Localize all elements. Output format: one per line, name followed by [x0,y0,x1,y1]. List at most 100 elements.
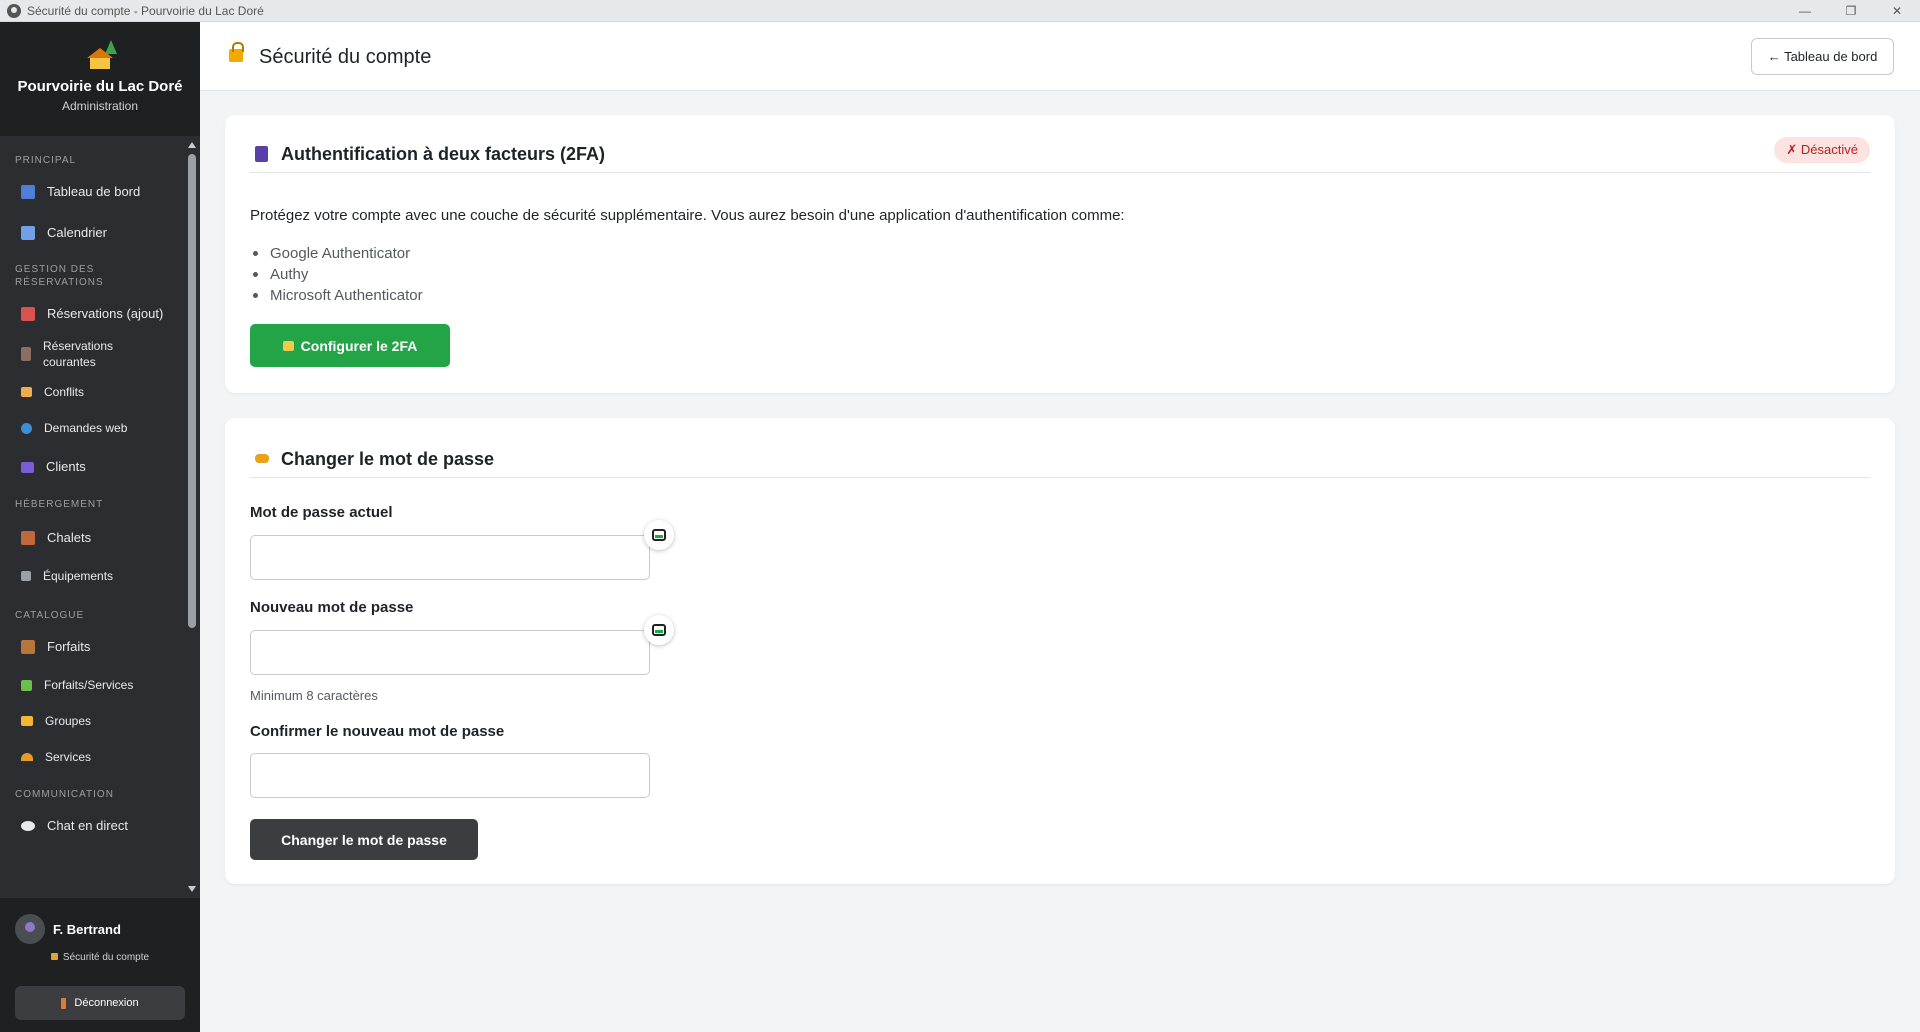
chat-bubble-icon [21,821,35,831]
sidebar-item-label: Groupes [45,714,92,728]
scrollbar-thumb[interactable] [188,154,196,628]
status-badge: ✗ Désactivé [1774,137,1870,163]
key-icon [255,454,269,463]
back-to-dashboard-button[interactable]: ← Tableau de bord [1751,38,1894,75]
sidebar-item-equipements[interactable]: Équipements [0,563,184,589]
twofa-card-header: Authentification à deux facteurs (2FA) ✗… [250,137,1870,173]
sidebar-item-chat-en-direct[interactable]: Chat en direct [0,813,184,839]
sidebar-item-label: Conflits [44,385,85,399]
sidebar-item-groupes[interactable]: Groupes [0,708,184,734]
globe-icon [21,422,32,434]
sidebar-item-clients[interactable]: Clients [0,454,184,480]
sidebar-item-label: Chat en direct [47,818,128,833]
scroll-down-arrow-icon[interactable] [188,886,196,892]
brand-subtitle: Administration [61,99,139,113]
sidebar-item-label: Calendrier [47,225,107,240]
new-password-label: Nouveau mot de passe [250,599,414,616]
nav-section-catalogue: CATALOGUE [15,610,85,621]
sidebar-item-label: Clients [46,459,86,474]
password-manager-icon[interactable] [644,615,674,645]
sidebar-item-conflits[interactable]: Conflits [0,379,184,405]
nav-section-hebergement: HÉBERGEMENT [15,499,104,510]
list-item: Google Authenticator [250,243,423,264]
nav-section-principal: PRINCIPAL [15,155,77,166]
current-password-label: Mot de passe actuel [250,504,393,521]
sidebar-item-label: Chalets [47,530,92,545]
warning-icon [21,387,32,397]
twofa-title: Authentification à deux facteurs (2FA) [281,144,606,164]
current-password-input[interactable] [250,535,650,580]
sidebar-item-chalets[interactable]: Chalets [0,525,184,551]
sidebar-item-label: Demandes web [44,421,128,435]
lock-icon [50,953,58,960]
phone-icon [255,146,268,162]
bar-chart-icon [21,185,35,199]
sidebar-item-label: Forfaits/Services [44,678,134,692]
authenticator-app-list: Google Authenticator Authy Microsoft Aut… [250,243,423,306]
lock-icon [229,42,244,62]
cabin-icon [21,531,35,545]
sidebar-item-label: Tableau de bord [47,184,141,199]
window-title: Sécurité du compte - Pourvoirie du Lac D… [27,3,264,18]
password-manager-icon[interactable] [644,520,674,550]
sidebar-item-label: Services [45,750,92,764]
sidebar: Pourvoirie du Lac Doré Administration PR… [0,22,200,1032]
lock-icon [282,340,294,351]
twofa-description: Protégez votre compte avec une couche de… [250,207,1125,224]
scroll-up-arrow-icon[interactable] [188,142,196,148]
minimize-button[interactable]: — [1782,0,1828,22]
account-security-label: Sécurité du compte [62,952,150,963]
window-controls: — ❐ ✕ [1782,0,1920,22]
wrench-icon [21,571,31,581]
page-header: Sécurité du compte ← Tableau de bord [200,22,1920,91]
sidebar-item-forfaits[interactable]: Forfaits [0,634,184,660]
password-card-header: Changer le mot de passe [250,448,1870,478]
change-password-card: Changer le mot de passe Mot de passe act… [225,418,1895,884]
password-hint: Minimum 8 caractères [250,688,378,703]
restore-button[interactable]: ❐ [1828,0,1874,22]
sidebar-scrollbar[interactable] [184,136,200,898]
sidebar-item-reservations-ajout[interactable]: Réservations (ajout) [0,301,184,327]
sidebar-nav: PRINCIPAL Tableau de bord Calendrier GES… [0,136,184,898]
confirm-password-label: Confirmer le nouveau mot de passe [250,723,505,740]
list-item: Microsoft Authenticator [250,285,423,306]
list-item: Authy [250,264,423,285]
brand-name: Pourvoirie du Lac Doré [17,78,183,95]
sidebar-item-label: Réservations courantes [43,339,114,369]
user-name: F. Bertrand [53,922,121,937]
door-icon [61,997,67,1009]
app-icon [7,3,21,18]
sidebar-item-label: Forfaits [47,639,91,654]
sidebar-item-calendrier[interactable]: Calendrier [0,220,184,246]
sidebar-item-label: Réservations (ajout) [47,306,164,321]
sidebar-item-tableau-de-bord[interactable]: Tableau de bord [0,179,184,205]
folder-icon [21,716,33,726]
configure-2fa-label: Configurer le 2FA [300,337,418,354]
people-icon [21,461,34,473]
brand-block[interactable]: Pourvoirie du Lac Doré Administration [0,22,200,136]
bell-icon [21,753,33,761]
account-security-link[interactable]: Sécurité du compte [0,952,200,963]
notepad-icon [21,307,35,321]
user-panel: F. Bertrand Sécurité du compte Déconnexi… [0,898,200,1032]
change-password-button[interactable]: Changer le mot de passe [250,819,478,860]
nav-section-communication: COMMUNICATION [15,789,114,800]
sidebar-item-services[interactable]: Services [0,744,184,770]
nav-section-gestion-reservations: GESTION DES RÉSERVATIONS [15,264,104,288]
page-title: Sécurité du compte [259,46,432,68]
sidebar-item-demandes-web[interactable]: Demandes web [0,415,184,441]
window-titlebar: Sécurité du compte - Pourvoirie du Lac D… [0,0,1920,22]
logout-button[interactable]: Déconnexion [15,986,185,1020]
password-title: Changer le mot de passe [281,449,495,469]
twofa-card: Authentification à deux facteurs (2FA) ✗… [225,115,1895,393]
confirm-password-input[interactable] [250,753,650,798]
calendar-icon [21,226,35,240]
avatar [15,914,45,944]
sidebar-item-forfaits-services[interactable]: Forfaits/Services [0,672,184,698]
new-password-input[interactable] [250,630,650,675]
sidebar-item-reservations-courantes[interactable]: Réservations courantes [0,337,184,371]
configure-2fa-button[interactable]: Configurer le 2FA [250,324,450,367]
puzzle-icon [21,679,32,691]
package-icon [21,640,35,654]
close-window-button[interactable]: ✕ [1874,0,1920,22]
